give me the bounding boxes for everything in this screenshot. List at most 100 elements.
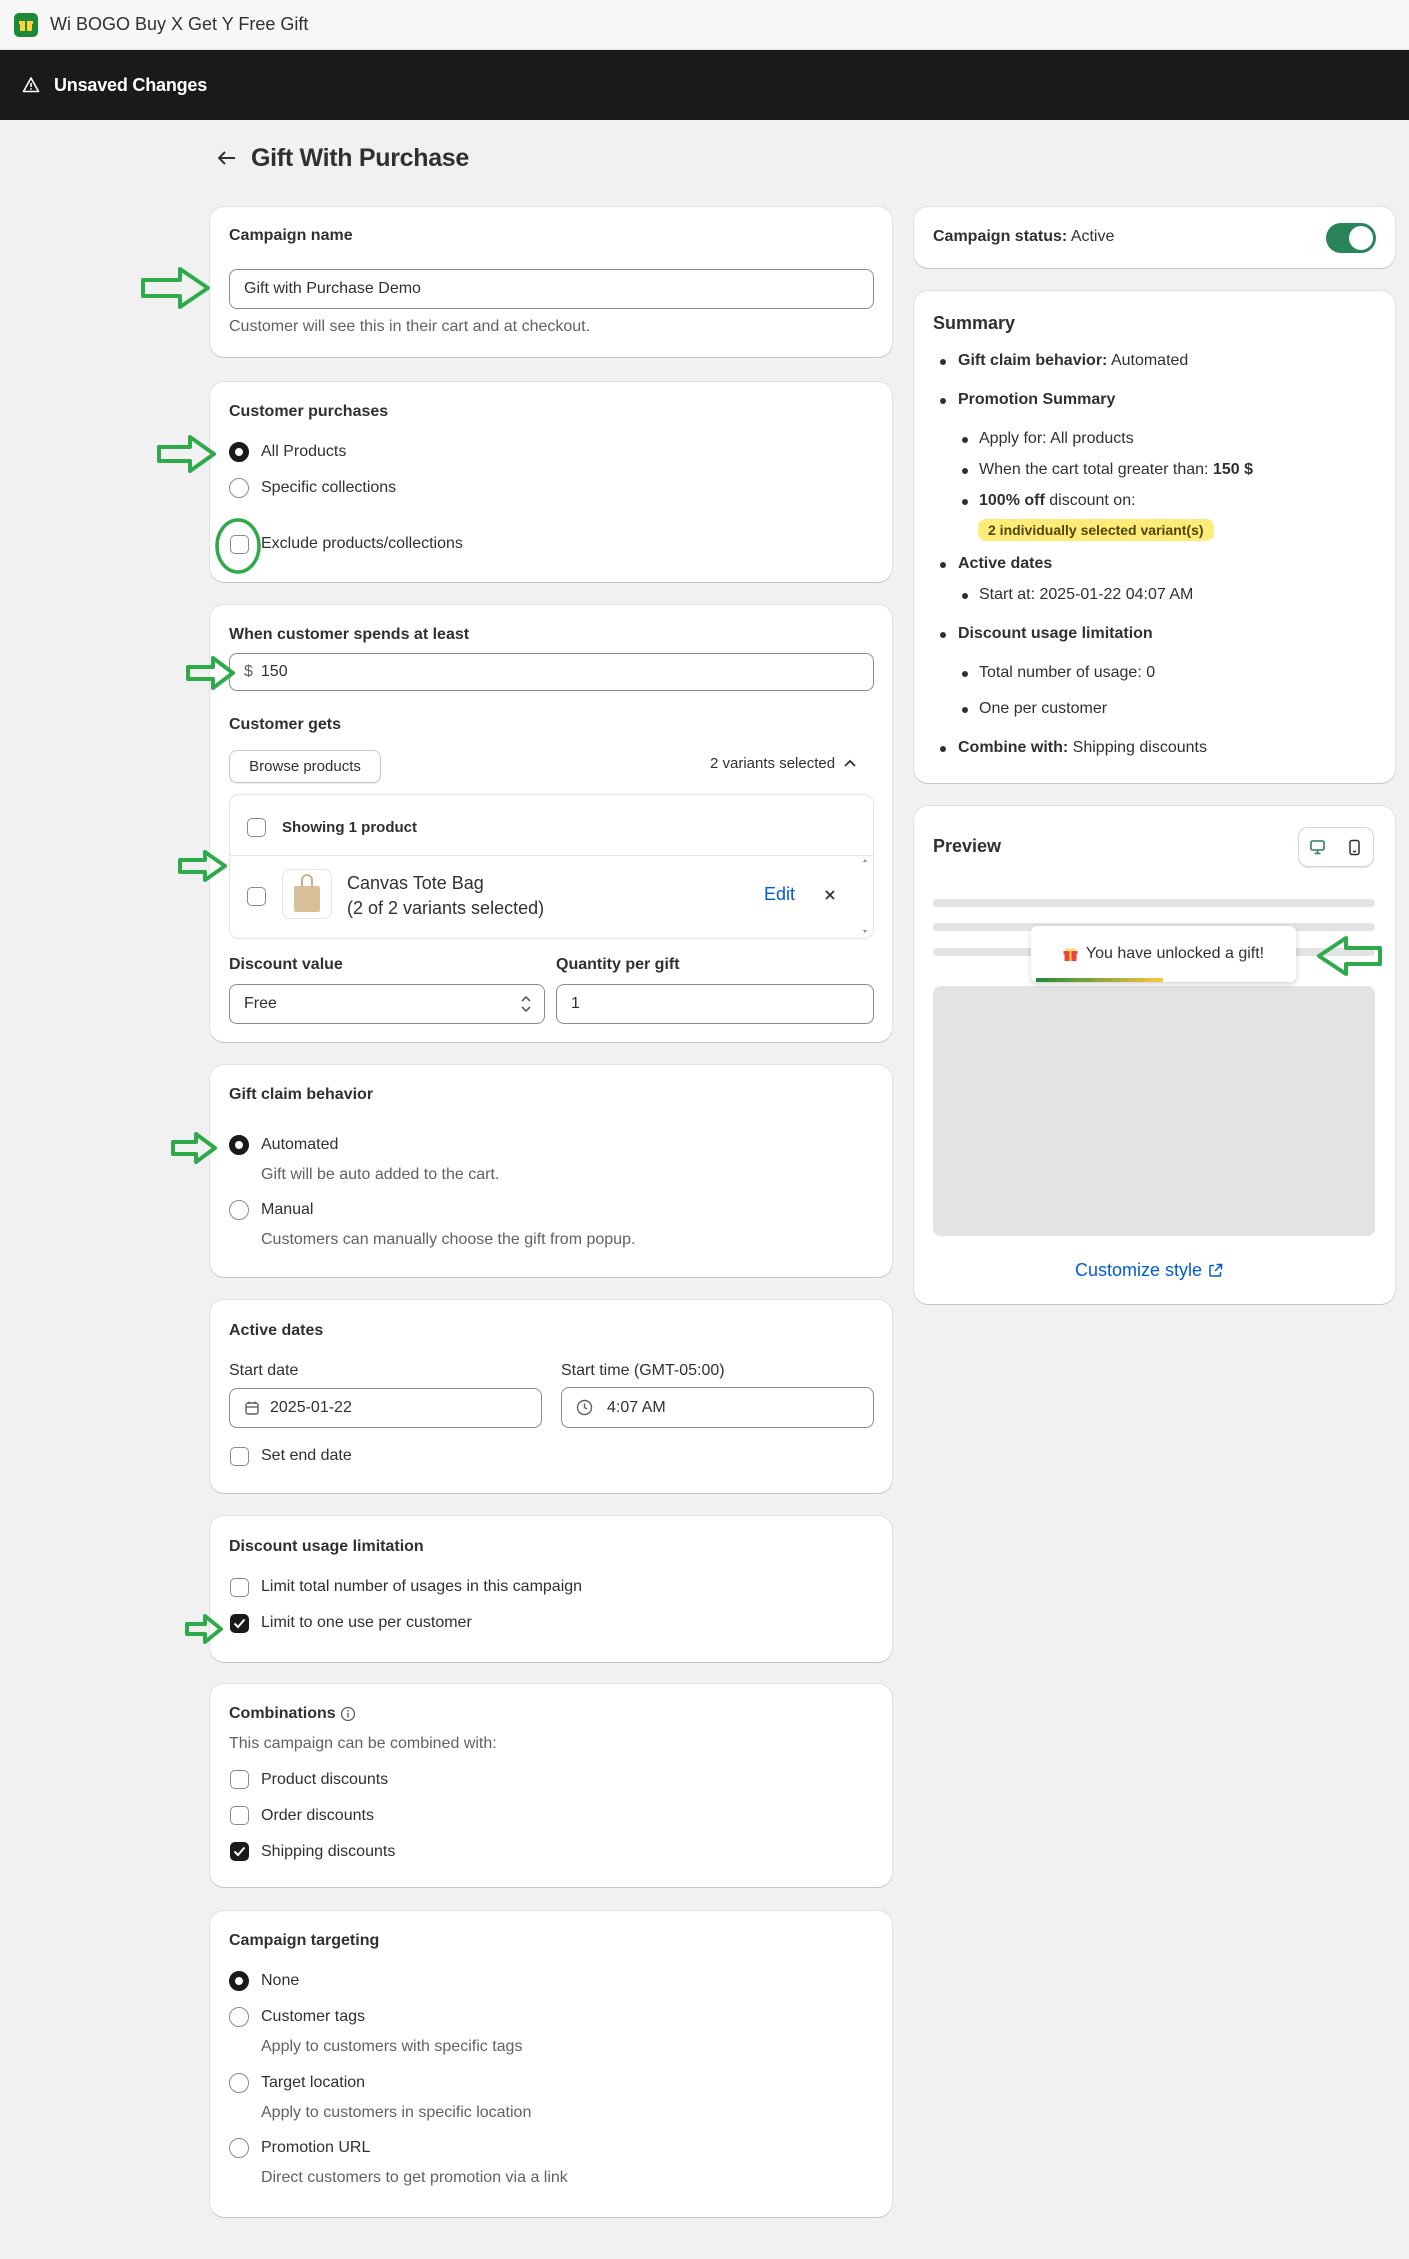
limit-one-checkbox[interactable] bbox=[230, 1614, 249, 1633]
gift-icon bbox=[1063, 947, 1078, 961]
campaign-status-label: Campaign status: bbox=[933, 228, 1068, 245]
usage-limit-title: Discount usage limitation bbox=[229, 1538, 424, 1555]
gift-claim-card: Gift claim behavior Automated Gift will … bbox=[210, 1065, 892, 1277]
summary-title: Summary bbox=[933, 313, 1016, 333]
showing-products-label: Showing 1 product bbox=[282, 819, 417, 836]
variants-selected-toggle[interactable]: 2 variants selected bbox=[710, 755, 857, 772]
shipping-discounts-checkbox[interactable] bbox=[230, 1842, 249, 1861]
combinations-header: Combinations bbox=[229, 1705, 356, 1723]
manual-radio[interactable] bbox=[229, 1200, 249, 1220]
automated-help: Gift will be auto added to the cart. bbox=[261, 1166, 500, 1183]
annotation-circle-icon bbox=[215, 518, 261, 574]
product-variants: (2 of 2 variants selected) bbox=[347, 898, 545, 918]
campaign-targeting-card: Campaign targeting None Customer tags Ap… bbox=[210, 1911, 892, 2217]
campaign-status-toggle[interactable] bbox=[1326, 223, 1376, 253]
bullet bbox=[962, 499, 968, 505]
start-date-label: Start date bbox=[229, 1362, 299, 1379]
warning-icon bbox=[22, 77, 40, 93]
promotion-url-help: Direct customers to get promotion via a … bbox=[261, 2169, 568, 2186]
promotion-url-radio[interactable] bbox=[229, 2138, 249, 2158]
start-time-value: 4:07 AM bbox=[607, 1398, 666, 1416]
manual-help: Customers can manually choose the gift f… bbox=[261, 1231, 636, 1248]
toast-progress-bar bbox=[1036, 978, 1163, 982]
chevron-up-icon bbox=[844, 759, 856, 767]
customize-style-link[interactable]: Customize style bbox=[1075, 1260, 1223, 1281]
customer-gets-title: Customer gets bbox=[229, 716, 342, 733]
summary-discount: 100% off discount on: bbox=[979, 492, 1136, 510]
bullet bbox=[940, 359, 946, 365]
desktop-view-button[interactable] bbox=[1299, 828, 1336, 866]
campaign-name-input[interactable]: Gift with Purchase Demo bbox=[229, 269, 874, 309]
product-list: Showing 1 product Canvas Tote Bag (2 of … bbox=[229, 794, 874, 939]
campaign-name-title: Campaign name bbox=[229, 227, 353, 244]
product-discounts-checkbox[interactable] bbox=[230, 1770, 249, 1789]
automated-radio[interactable] bbox=[229, 1135, 249, 1155]
unsaved-changes-label: Unsaved Changes bbox=[54, 74, 208, 95]
target-location-label: Target location bbox=[261, 2074, 366, 2091]
bullet bbox=[962, 468, 968, 474]
summary-combine-key: Combine with: bbox=[958, 739, 1069, 756]
promotion-url-label: Promotion URL bbox=[261, 2139, 371, 2156]
remove-product-icon[interactable] bbox=[823, 888, 837, 902]
checkmark-icon bbox=[233, 1618, 246, 1629]
product-thumbnail bbox=[282, 869, 332, 919]
limit-total-checkbox[interactable] bbox=[230, 1578, 249, 1597]
spend-amount-input[interactable]: $ 150 bbox=[229, 653, 874, 691]
annotation-arrow-icon bbox=[178, 850, 227, 882]
summary-combine: Combine with: Shipping discounts bbox=[958, 739, 1207, 757]
page-title: Gift With Purchase bbox=[251, 143, 470, 172]
discount-value-select[interactable]: Free bbox=[229, 984, 545, 1024]
select-all-checkbox[interactable] bbox=[247, 818, 266, 837]
summary-discount-bold: 100% off bbox=[979, 492, 1045, 509]
gift-toast-text: You have unlocked a gift! bbox=[1085, 945, 1265, 962]
edit-product-link[interactable]: Edit bbox=[764, 884, 795, 905]
combinations-help: This campaign can be combined with: bbox=[229, 1735, 497, 1752]
summary-claim-key: Gift claim behavior: bbox=[958, 352, 1108, 369]
mobile-view-button[interactable] bbox=[1336, 828, 1373, 866]
target-location-radio[interactable] bbox=[229, 2073, 249, 2093]
desktop-icon bbox=[1310, 839, 1325, 854]
annotation-arrow-icon bbox=[185, 1614, 223, 1644]
campaign-name-value: Gift with Purchase Demo bbox=[244, 280, 421, 297]
start-time-input[interactable]: 4:07 AM bbox=[561, 1387, 874, 1428]
customer-tags-help: Apply to customers with specific tags bbox=[261, 2038, 523, 2055]
set-end-date-checkbox[interactable] bbox=[230, 1447, 249, 1466]
quantity-value: 1 bbox=[571, 995, 580, 1012]
calendar-icon bbox=[245, 1401, 259, 1415]
browse-products-button[interactable]: Browse products bbox=[229, 750, 381, 783]
quantity-input[interactable]: 1 bbox=[556, 984, 874, 1024]
targeting-none-radio[interactable] bbox=[229, 1971, 249, 1991]
bullet bbox=[940, 746, 946, 752]
summary-apply-for: Apply for: All products bbox=[979, 430, 1134, 447]
order-discounts-checkbox[interactable] bbox=[230, 1806, 249, 1825]
campaign-status-text: Campaign status: Active bbox=[933, 228, 1114, 246]
start-date-input[interactable]: 2025-01-22 bbox=[229, 1388, 542, 1428]
scrollbar[interactable] bbox=[861, 857, 869, 935]
app-title-bar: Wi BOGO Buy X Get Y Free Gift bbox=[0, 0, 1409, 50]
active-dates-title: Active dates bbox=[229, 1322, 324, 1339]
bullet bbox=[962, 593, 968, 599]
customer-purchases-title: Customer purchases bbox=[229, 403, 389, 420]
specific-collections-radio[interactable] bbox=[229, 478, 249, 498]
exclude-products-label: Exclude products/collections bbox=[261, 535, 463, 552]
variants-badge: 2 individually selected variant(s) bbox=[978, 519, 1214, 541]
customize-style-label: Customize style bbox=[1075, 1260, 1203, 1280]
annotation-arrow-icon bbox=[186, 656, 235, 690]
summary-claim: Gift claim behavior: Automated bbox=[958, 352, 1188, 370]
start-date-value: 2025-01-22 bbox=[270, 1399, 352, 1416]
customer-tags-radio[interactable] bbox=[229, 2007, 249, 2027]
summary-cart-total: When the cart total greater than: 150 $ bbox=[979, 461, 1253, 479]
all-products-radio[interactable] bbox=[229, 442, 249, 462]
combinations-card: Combinations This campaign can be combin… bbox=[210, 1684, 892, 1887]
product-checkbox[interactable] bbox=[247, 887, 266, 906]
back-arrow-icon[interactable] bbox=[215, 146, 239, 170]
product-row: Canvas Tote Bag (2 of 2 variants selecte… bbox=[230, 856, 873, 938]
summary-usage-total: Total number of usage: 0 bbox=[979, 664, 1156, 681]
clock-icon bbox=[576, 1399, 593, 1416]
app-title: Wi BOGO Buy X Get Y Free Gift bbox=[50, 14, 309, 34]
automated-label: Automated bbox=[261, 1136, 339, 1153]
info-icon[interactable] bbox=[340, 1706, 356, 1722]
customer-tags-label: Customer tags bbox=[261, 2008, 366, 2025]
target-location-help: Apply to customers in specific location bbox=[261, 2104, 532, 2121]
summary-discount-rest: discount on: bbox=[1049, 492, 1136, 509]
